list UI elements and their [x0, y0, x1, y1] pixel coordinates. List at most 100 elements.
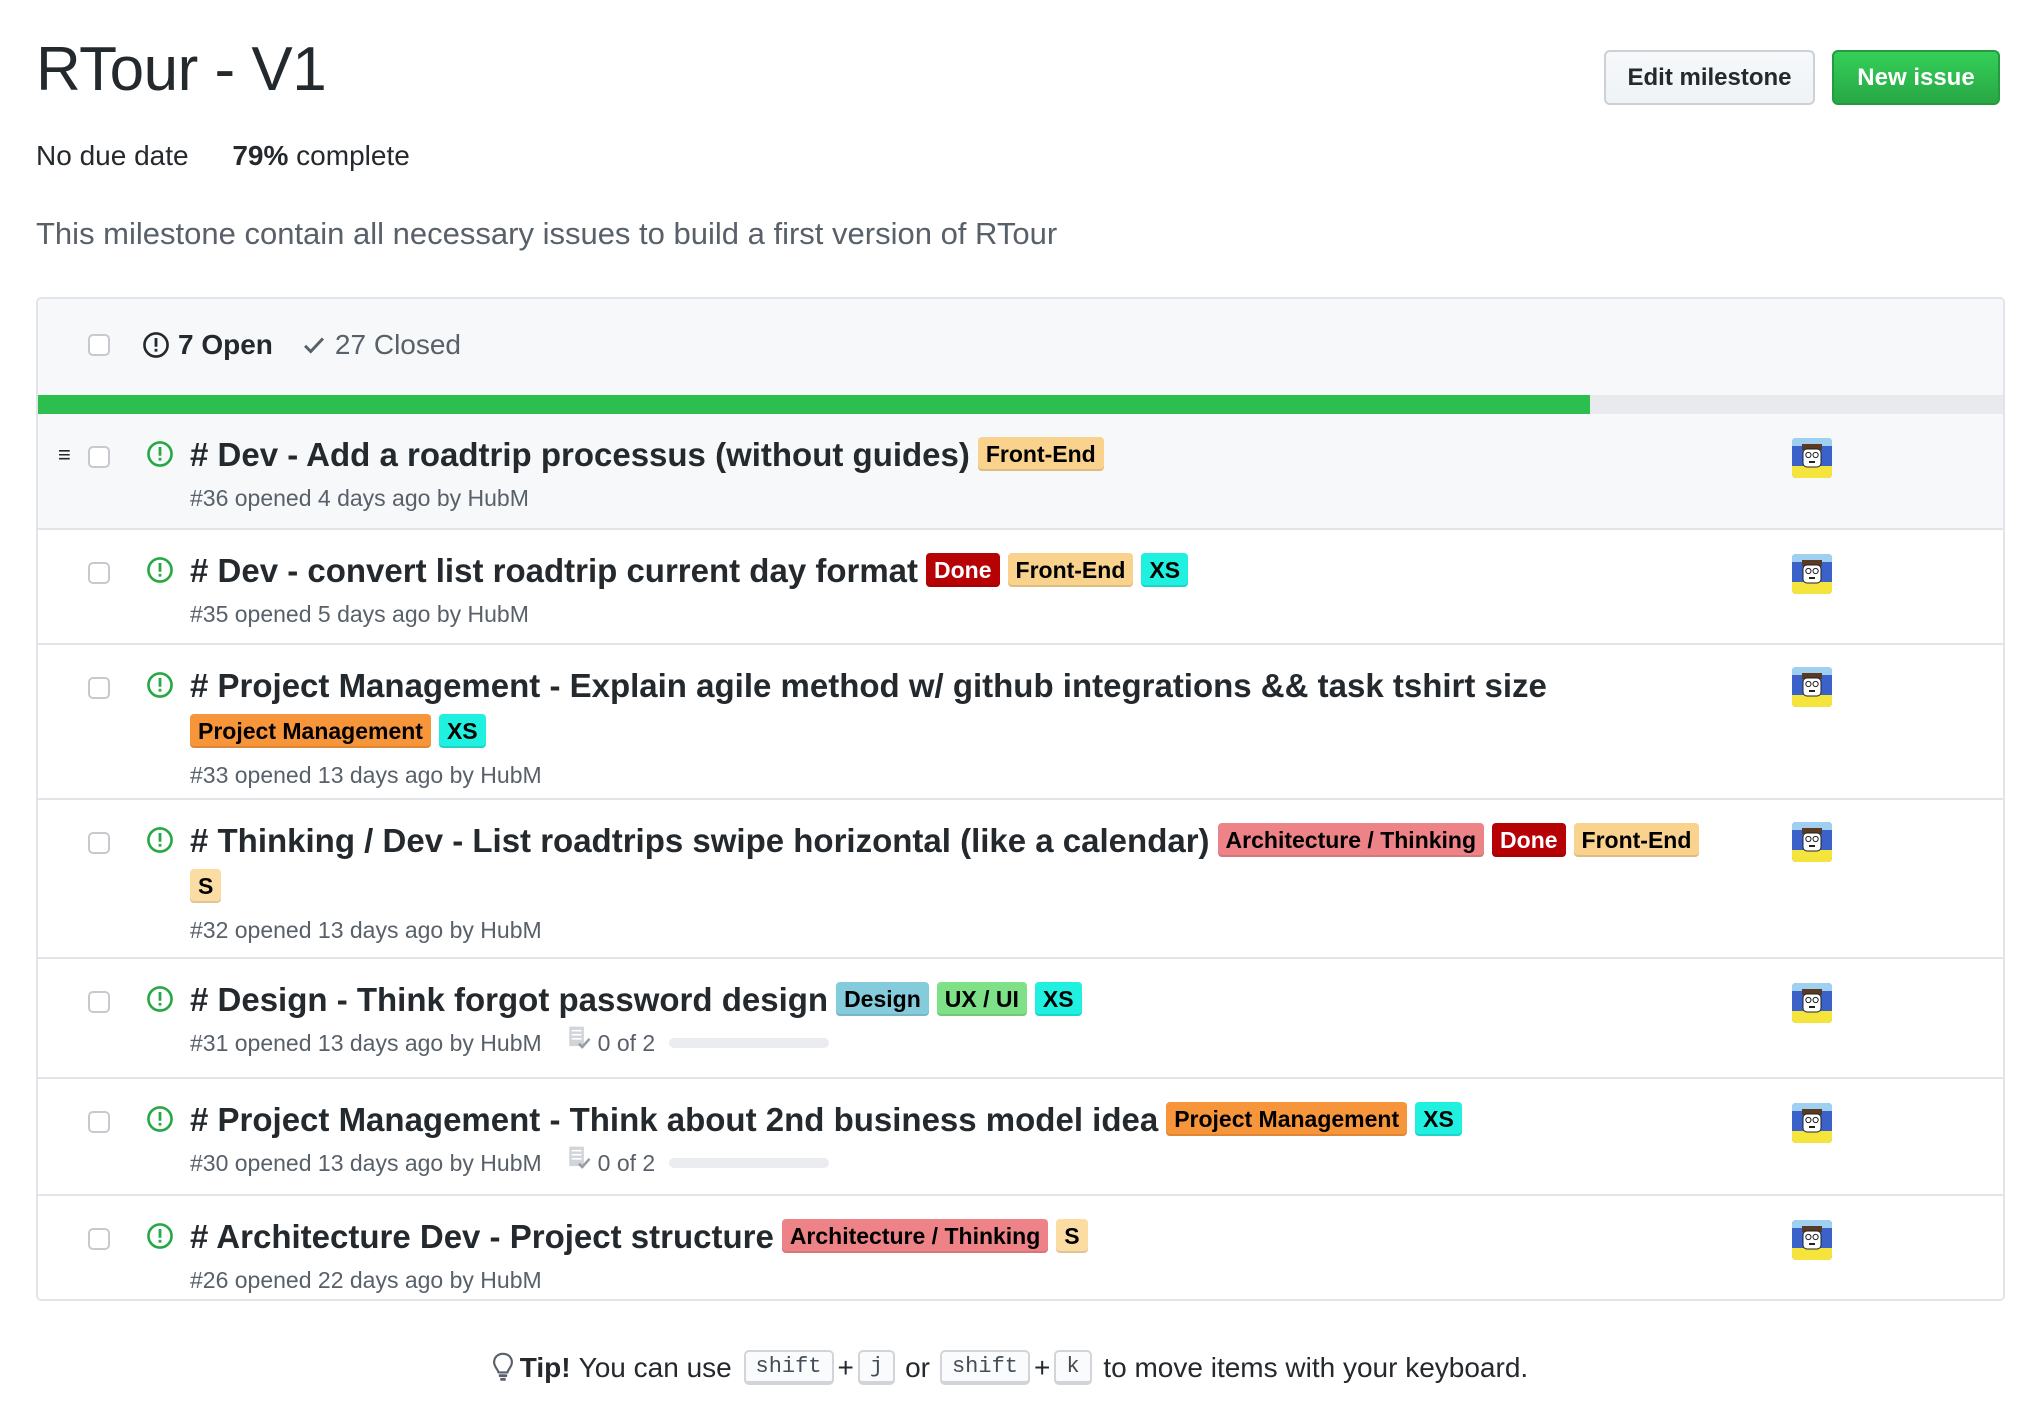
issue-title-line: # Project Management - Think about 2nd b…: [190, 1097, 1723, 1143]
issue-content: # Project Management - Explain agile met…: [190, 663, 1723, 795]
issue-title-link[interactable]: # Thinking / Dev - List roadtrips swipe …: [190, 822, 1210, 859]
select-all-checkbox[interactable]: [88, 334, 110, 356]
issue-row[interactable]: # Design - Think forgot password design D…: [38, 959, 2003, 1079]
assignee-avatar[interactable]: [1792, 983, 1832, 1023]
issue-label[interactable]: Front-End: [977, 437, 1104, 471]
issue-label[interactable]: Project Management: [1166, 1102, 1408, 1136]
issue-rows: ≡ # Dev - Add a roadtrip processus (witho…: [38, 414, 2003, 1299]
issue-meta: #35 opened 5 days ago by HubM: [190, 601, 529, 627]
issue-open-icon: [146, 826, 174, 859]
task-progress-bar: [669, 1038, 830, 1048]
issue-label[interactable]: Architecture / Thinking: [1217, 823, 1485, 857]
issue-row[interactable]: # Architecture Dev - Project structure Ar…: [38, 1196, 2003, 1299]
task-progress-bar: [669, 1158, 830, 1168]
issue-label[interactable]: Front-End: [1573, 823, 1700, 857]
issue-meta-line: #30 opened 13 days ago by HubM 0 of 2: [190, 1143, 1723, 1183]
issue-label[interactable]: Done: [926, 553, 1000, 587]
issue-checkbox[interactable]: [88, 562, 110, 584]
issue-title-link[interactable]: # Dev - Add a roadtrip processus (withou…: [190, 436, 970, 473]
issue-label[interactable]: XS: [1415, 1102, 1462, 1136]
assignee-avatar[interactable]: [1792, 554, 1832, 594]
issue-checkbox[interactable]: [88, 446, 110, 468]
issue-checkbox[interactable]: [88, 1111, 110, 1133]
task-count: 0 of 2: [597, 1150, 656, 1176]
issue-label[interactable]: Project Management: [190, 714, 431, 748]
issue-meta: #33 opened 13 days ago by HubM: [190, 762, 542, 788]
issue-row[interactable]: # Dev - convert list roadtrip current da…: [38, 530, 2003, 645]
issue-title-link[interactable]: # Project Management - Explain agile met…: [190, 667, 1547, 704]
issue-label[interactable]: XS: [438, 714, 486, 748]
issue-title-link[interactable]: # Project Management - Think about 2nd b…: [190, 1101, 1158, 1138]
issue-label[interactable]: XS: [1034, 982, 1082, 1016]
issue-meta-line: #36 opened 4 days ago by HubM: [190, 478, 1723, 518]
issue-open-icon: [146, 985, 174, 1018]
check-icon: [303, 337, 324, 354]
issue-row[interactable]: # Project Management - Think about 2nd b…: [38, 1079, 2003, 1196]
milestone-progress-bar: [38, 395, 2003, 414]
task-progress[interactable]: 0 of 2: [566, 1143, 830, 1183]
open-count: 7 Open: [178, 329, 273, 360]
task-list-icon: [566, 1143, 592, 1183]
assignee-avatar[interactable]: [1792, 667, 1832, 707]
issue-label[interactable]: S: [190, 869, 222, 903]
issue-open-icon: [146, 1222, 174, 1255]
assignee-avatar[interactable]: [1792, 822, 1832, 862]
plus-sign: +: [1034, 1351, 1051, 1383]
issue-content: # Dev - Add a roadtrip processus (withou…: [190, 432, 1723, 518]
issue-label[interactable]: S: [1056, 1219, 1088, 1253]
issue-title-line: # Project Management - Explain agile met…: [190, 663, 1723, 755]
issue-checkbox[interactable]: [88, 1228, 110, 1250]
key-shift: shift: [939, 1350, 1030, 1385]
issue-meta-line: #32 opened 13 days ago by HubM: [190, 910, 1723, 950]
issue-row[interactable]: ≡ # Dev - Add a roadtrip processus (witho…: [38, 414, 2003, 530]
issue-open-icon: [146, 556, 174, 589]
issue-open-icon: [146, 440, 174, 473]
issue-meta: #31 opened 13 days ago by HubM: [190, 1030, 542, 1056]
issue-label[interactable]: UX / UI: [936, 982, 1027, 1016]
task-count: 0 of 2: [597, 1030, 656, 1056]
issue-meta-line: #26 opened 22 days ago by HubM: [190, 1260, 1723, 1299]
issue-open-icon: [143, 332, 169, 358]
issue-title-link[interactable]: # Architecture Dev - Project structure: [190, 1218, 774, 1255]
issue-title-line: # Design - Think forgot password design D…: [190, 977, 1723, 1023]
assignee-avatar[interactable]: [1792, 438, 1832, 478]
percent-complete: 79%: [232, 140, 289, 171]
issue-meta: #32 opened 13 days ago by HubM: [190, 917, 542, 943]
key-j: j: [857, 1350, 896, 1385]
plus-sign: +: [837, 1351, 854, 1383]
open-filter[interactable]: 7 Open: [142, 329, 273, 361]
issue-label[interactable]: Front-End: [1007, 553, 1134, 587]
due-date: No due date: [36, 140, 189, 171]
issue-state-filters: 7 Open 27 Closed: [142, 329, 461, 361]
issue-checkbox[interactable]: [88, 991, 110, 1013]
issue-checkbox[interactable]: [88, 677, 110, 699]
task-progress[interactable]: 0 of 2: [566, 1023, 830, 1063]
issue-label[interactable]: XS: [1141, 553, 1189, 587]
tip-suffix: to move items with your keyboard.: [1103, 1351, 1529, 1383]
assignee-avatar[interactable]: [1792, 1103, 1832, 1143]
issue-title-link[interactable]: # Dev - convert list roadtrip current da…: [190, 552, 918, 589]
milestone-meta: No due date 79% complete: [36, 140, 410, 172]
issue-meta-line: #33 opened 13 days ago by HubM: [190, 755, 1723, 795]
issue-label[interactable]: Architecture / Thinking: [781, 1219, 1049, 1253]
issue-row[interactable]: # Thinking / Dev - List roadtrips swipe …: [38, 800, 2003, 959]
issue-content: # Architecture Dev - Project structure Ar…: [190, 1214, 1723, 1299]
issue-label[interactable]: Done: [1492, 823, 1566, 857]
issue-title-link[interactable]: # Design - Think forgot password design: [190, 981, 828, 1018]
issue-title-line: # Thinking / Dev - List roadtrips swipe …: [190, 818, 1723, 910]
assignee-avatar[interactable]: [1792, 1220, 1832, 1260]
milestone-description: This milestone contain all necessary iss…: [36, 216, 1058, 251]
issue-meta-line: #35 opened 5 days ago by HubM: [190, 594, 1723, 634]
issue-checkbox[interactable]: [88, 832, 110, 854]
issue-title-line: # Dev - Add a roadtrip processus (withou…: [190, 432, 1723, 478]
new-issue-button[interactable]: New issue: [1832, 50, 2000, 105]
key-k: k: [1054, 1350, 1092, 1385]
closed-filter[interactable]: 27 Closed: [301, 329, 461, 361]
issues-list-header: 7 Open 27 Closed: [38, 299, 2003, 395]
edit-milestone-button[interactable]: Edit milestone: [1604, 50, 1815, 105]
issue-content: # Thinking / Dev - List roadtrips swipe …: [190, 818, 1723, 950]
drag-handle-icon[interactable]: ≡: [58, 442, 71, 468]
issue-label[interactable]: Design: [836, 982, 929, 1016]
issue-title-line: # Dev - convert list roadtrip current da…: [190, 548, 1723, 594]
issue-row[interactable]: # Project Management - Explain agile met…: [38, 645, 2003, 800]
